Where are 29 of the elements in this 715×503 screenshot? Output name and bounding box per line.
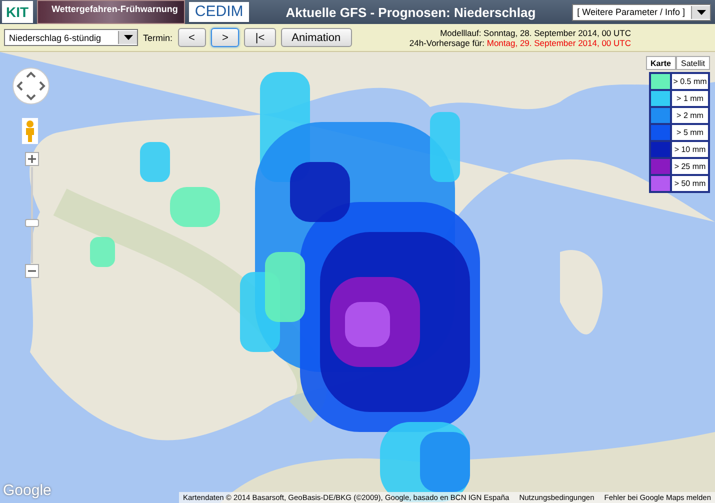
legend-label: > 50 mm [671,175,709,192]
model-run-text: Modelllauf: Sonntag, 28. September 2014, 00 UTC [440,28,631,38]
pan-control-icon[interactable] [12,67,50,105]
page-title: Aktuelle GFS - Prognosen: Niederschlag [284,4,537,20]
legend-label: > 25 mm [671,158,709,175]
legend-label: > 5 mm [671,124,709,141]
toolbar-button[interactable]: |< [244,28,276,47]
zoom-in-icon[interactable] [25,152,39,166]
parameter-dropdown[interactable]: [ Weitere Parameter / Info ] [572,4,711,20]
termin-label: Termin: [143,32,173,42]
legend-label: > 2 mm [671,107,709,124]
google-logo: Google [3,482,52,499]
logo: KIT [2,1,33,23]
map-type-button[interactable]: Karte [646,56,676,70]
zoom-out-icon[interactable] [25,264,39,278]
logo: CEDIM [188,2,250,22]
caret-icon [696,10,706,14]
map-type-button[interactable]: Satellit [676,56,710,70]
legend-label: > 1 mm [671,90,709,107]
caret-icon [124,35,132,40]
toolbar-button[interactable]: > [210,28,240,47]
logo: Wettergefahren-Frühwarnung [36,0,185,24]
zoom-slider-thumb[interactable] [25,218,39,227]
legend-label: > 0.5 mm [671,73,709,90]
toolbar-button[interactable]: Animation [280,28,352,47]
product-dropdown[interactable]: Niederschlag 6-stündig [4,29,138,46]
toolbar-button[interactable]: < [178,28,206,47]
legend-label: > 10 mm [671,141,709,158]
forecast-text: 24h-Vorhersage für: Montag, 29. September 2014, 00 UTC [409,38,631,48]
